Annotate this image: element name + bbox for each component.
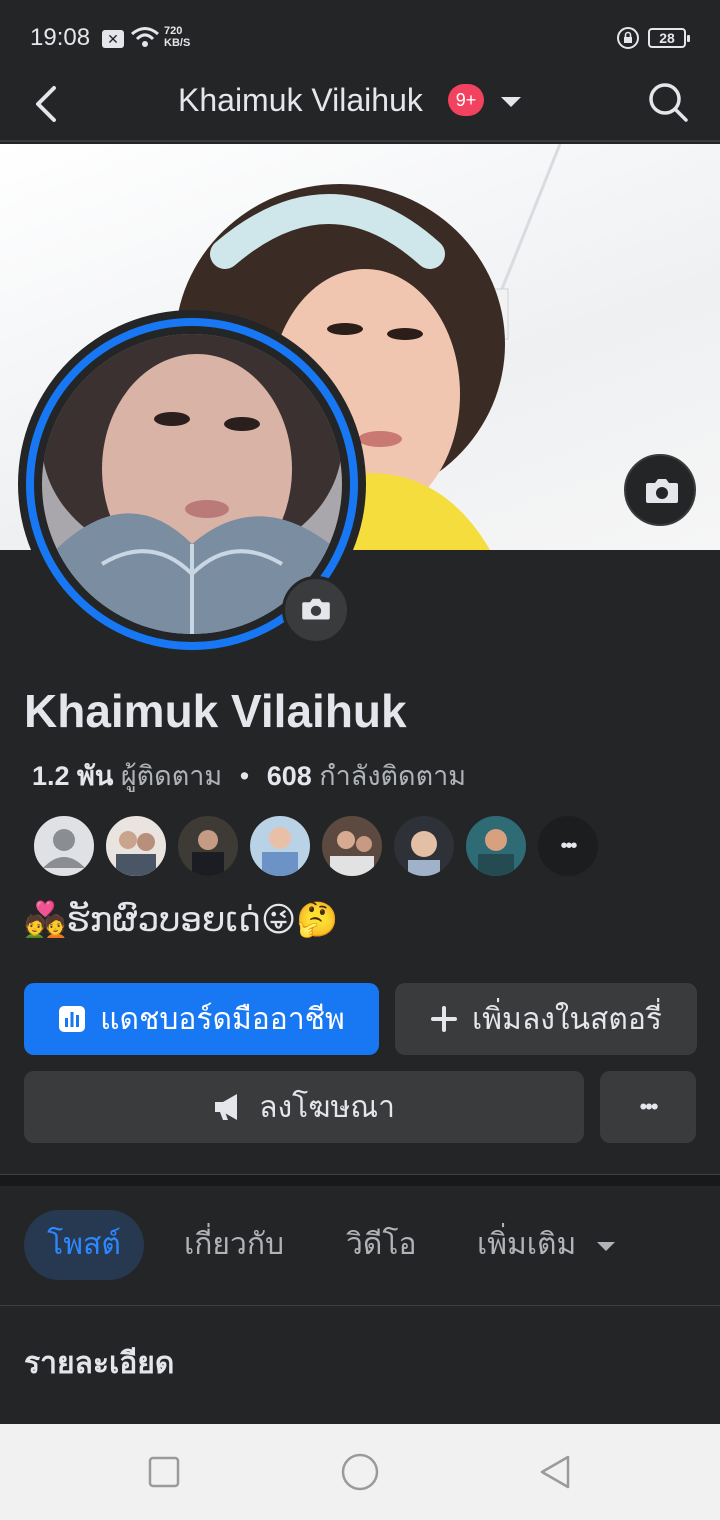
- tab-posts[interactable]: โพสต์: [24, 1210, 144, 1280]
- add-story-label: เพิ่มลงในสตอรี่: [472, 1002, 662, 1036]
- status-bar: 19:08 ✕ 720 KB/S 28: [0, 0, 720, 76]
- page-title: Khaimuk Vilaihuk: [178, 82, 423, 118]
- advertise-label: ลงโฆษณา: [259, 1090, 395, 1124]
- rotation-lock-icon: [617, 27, 639, 49]
- friend-avatar[interactable]: [464, 814, 528, 878]
- home-button[interactable]: [338, 1450, 382, 1494]
- plus-icon: [431, 1006, 458, 1032]
- friend-avatar[interactable]: [104, 814, 168, 878]
- followers-label: ผู้ติดตาม: [120, 761, 223, 791]
- professional-dashboard-button[interactable]: แดชบอร์ดมืออาชีพ: [24, 983, 379, 1055]
- notification-x-icon: ✕: [102, 30, 124, 48]
- friend-avatar[interactable]: [320, 814, 384, 878]
- more-options-button[interactable]: •••: [600, 1071, 696, 1143]
- wifi-icon: [131, 27, 159, 47]
- followers-count: 1.2 พัน: [32, 761, 114, 791]
- dashboard-icon: [59, 1006, 86, 1032]
- more-dots-icon: •••: [639, 1094, 658, 1119]
- profile-bio: 💑ຮັກຜົວບອຍເດ່😜🤔: [24, 901, 339, 939]
- friend-avatar[interactable]: [392, 814, 456, 878]
- tab-more[interactable]: เพิ่มเติม: [477, 1210, 617, 1280]
- chevron-down-icon[interactable]: [498, 92, 524, 112]
- notification-badge[interactable]: 9+: [448, 84, 484, 116]
- edit-cover-camera-button[interactable]: [624, 454, 696, 526]
- megaphone-icon: [215, 1094, 238, 1120]
- stats-separator: •: [239, 761, 250, 791]
- tab-about[interactable]: เกี่ยวกับ: [184, 1210, 284, 1280]
- recents-button[interactable]: [144, 1452, 184, 1492]
- follow-stats[interactable]: 1.2 พัน ผู้ติดตาม • 608 กำลังติดตาม: [32, 754, 466, 797]
- back-nav-button[interactable]: [536, 1452, 576, 1492]
- friend-avatar[interactable]: [248, 814, 312, 878]
- tab-more-label: เพิ่มเติม: [477, 1228, 577, 1261]
- advertise-button[interactable]: ลงโฆษณา: [24, 1071, 584, 1143]
- profile-name: Khaimuk Vilaihuk: [24, 685, 407, 737]
- more-dots-icon: •••: [560, 834, 577, 857]
- search-button[interactable]: [646, 80, 690, 124]
- top-bar: Khaimuk Vilaihuk 9+: [0, 76, 720, 142]
- back-button[interactable]: [26, 82, 70, 126]
- dashboard-label: แดชบอร์ดมืออาชีพ: [100, 1002, 345, 1036]
- friend-avatar[interactable]: [32, 814, 96, 878]
- tab-videos[interactable]: วิดีโอ: [346, 1210, 416, 1280]
- status-time: 19:08: [30, 24, 91, 51]
- edit-avatar-camera-button[interactable]: [282, 576, 350, 644]
- chevron-down-icon: [596, 1242, 615, 1251]
- following-count: 608: [266, 761, 312, 791]
- camera-icon: [646, 479, 678, 503]
- profile-tabs: โพสต์ เกี่ยวกับ วิดีโอ เพิ่มเติม: [0, 1186, 720, 1306]
- camera-icon: [302, 598, 330, 620]
- system-navigation-bar: [0, 1424, 720, 1520]
- add-to-story-button[interactable]: เพิ่มลงในสตอรี่: [395, 983, 697, 1055]
- following-label: กำลังติดตาม: [319, 761, 467, 791]
- more-friends-button[interactable]: •••: [536, 814, 600, 878]
- section-divider: [0, 1174, 720, 1186]
- battery-indicator: 28: [648, 28, 690, 48]
- friend-avatar[interactable]: [176, 814, 240, 878]
- network-speed: 720 KB/S: [164, 25, 191, 49]
- details-heading: รายละเอียด: [24, 1347, 175, 1380]
